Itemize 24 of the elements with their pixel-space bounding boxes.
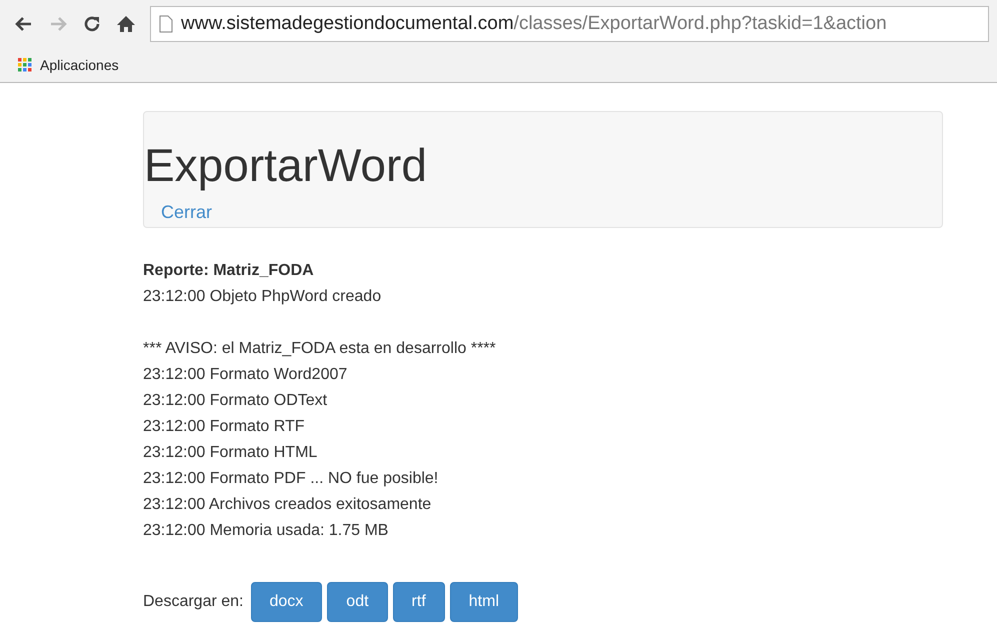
log-line: 23:12:00 Objeto PhpWord creado xyxy=(143,287,382,307)
page-icon xyxy=(159,15,173,33)
close-link[interactable]: Cerrar xyxy=(161,202,212,223)
log-line: 23:12:00 Formato RTF xyxy=(143,417,306,437)
url-text: www.sistemadegestiondocumental.com/classes/ExportarWord.php?taskid=1&action xyxy=(181,13,887,35)
address-bar[interactable]: www.sistemadegestiondocumental.com/classes/ExportarWord.php?taskid=1&action xyxy=(150,6,989,42)
apps-grid-icon xyxy=(18,58,32,72)
log-line: 23:12:00 Formato PDF ... NO fue posible! xyxy=(143,469,440,489)
download-button[interactable]: html xyxy=(450,582,518,622)
download-label: Descargar en: xyxy=(143,593,244,611)
page-title: ExportarWord xyxy=(144,138,428,192)
log-line: *** AVISO: el Matriz_FODA esta en desarrollo **** xyxy=(143,339,497,359)
log-line: 23:12:00 Formato HTML xyxy=(143,443,318,463)
log-line: 23:12:00 Formato ODText xyxy=(143,391,328,411)
home-icon[interactable] xyxy=(116,14,136,34)
log-line: 23:12:00 Archivos creados exitosamente xyxy=(143,495,432,515)
download-button[interactable]: odt xyxy=(327,582,388,622)
download-button[interactable]: docx xyxy=(250,582,322,622)
reload-icon[interactable] xyxy=(82,14,102,34)
log-line: 23:12:00 Formato Word2007 xyxy=(143,365,348,385)
download-button[interactable]: rtf xyxy=(392,582,445,622)
log-line: 23:12:00 Memoria usada: 1.75 MB xyxy=(143,521,390,541)
report-title: Reporte: Matriz_FODA xyxy=(143,261,315,281)
bookmark-link[interactable]: Aplicaciones xyxy=(18,57,119,73)
